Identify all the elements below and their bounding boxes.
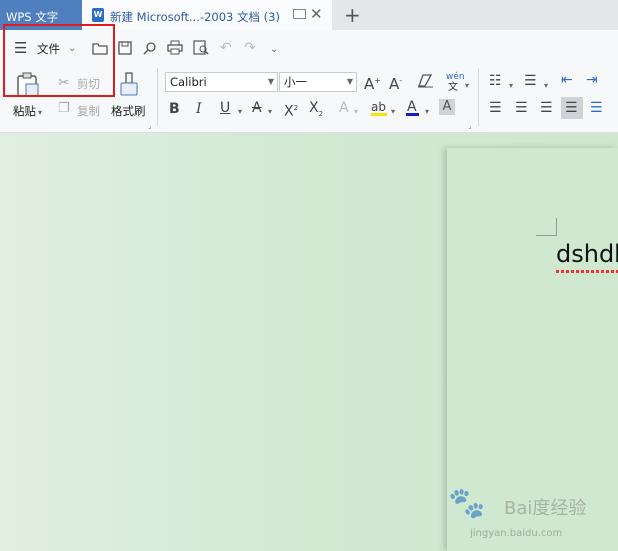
paste-button[interactable]: 粘贴 [13, 103, 36, 119]
margin-corner-mark [536, 218, 557, 236]
watermark-brand: Bai度经验 [504, 498, 587, 519]
grow-font-icon[interactable]: A+ [364, 73, 381, 92]
find-icon[interactable] [143, 41, 157, 55]
word-doc-icon: W [92, 8, 104, 22]
font-group-launcher-icon[interactable]: ⌟ [468, 118, 472, 134]
phonetic-guide-char-icon: 文 [448, 82, 458, 93]
document-tab[interactable]: W 新建 Microsoft...-2003 文档 (3) ✕ [82, 0, 332, 30]
superscript-icon[interactable]: X2 [284, 100, 298, 120]
italic-icon[interactable]: I [196, 101, 202, 117]
undo-icon[interactable]: ↶ [220, 40, 232, 56]
numbered-list-dropdown-icon[interactable]: ▾ [544, 78, 548, 94]
text-effects-icon[interactable]: A [339, 100, 349, 116]
subscript-icon[interactable]: X2 [309, 100, 323, 122]
distributed-align-icon[interactable]: ☰ [590, 100, 603, 116]
strikethrough-dropdown-icon[interactable]: ▾ [268, 104, 272, 120]
highlight-color-bar [371, 113, 387, 116]
phonetic-dropdown-icon[interactable]: ▾ [465, 78, 469, 94]
print-preview-icon[interactable] [193, 40, 209, 55]
bullet-list-dropdown-icon[interactable]: ▾ [509, 78, 513, 94]
print-icon[interactable] [167, 40, 183, 55]
format-painter-icon[interactable] [119, 72, 139, 98]
paste-dropdown-icon[interactable]: ▾ [38, 105, 42, 121]
font-size-value: 小一 [284, 75, 307, 89]
annotation-highlight-box [3, 24, 115, 97]
underline-icon[interactable]: U [220, 100, 230, 116]
font-size-select[interactable]: 小一 ▼ [279, 72, 357, 92]
redo-icon[interactable]: ↷ [244, 40, 256, 56]
text-effects-dropdown-icon[interactable]: ▾ [354, 104, 358, 120]
close-tab-icon[interactable]: ✕ [310, 5, 323, 23]
app-tab-label: WPS 文字 [6, 10, 59, 24]
document-body-text[interactable]: dshdk [556, 240, 618, 268]
character-shading-icon[interactable]: A [439, 99, 455, 115]
new-tab-button[interactable]: + [344, 3, 361, 27]
align-left-icon[interactable]: ☰ [489, 100, 502, 116]
align-center-icon[interactable]: ☰ [515, 100, 528, 116]
font-color-bar [406, 113, 419, 116]
save-icon[interactable] [118, 41, 132, 55]
align-right-icon[interactable]: ☰ [540, 100, 553, 116]
strikethrough-icon[interactable]: A [252, 100, 262, 116]
font-size-dropdown-icon: ▼ [346, 77, 353, 86]
baidu-jingyan-watermark: 🐾 Bai度经验 jingyan.baidu.com [440, 480, 618, 546]
copy-button[interactable]: 复制 [77, 103, 100, 119]
numbered-list-icon[interactable]: ☰ [524, 73, 537, 89]
shrink-font-icon[interactable]: A- [389, 73, 402, 92]
monitor-icon[interactable] [293, 9, 306, 19]
spellcheck-underline [556, 270, 618, 273]
group-separator [478, 68, 479, 126]
format-painter-button[interactable]: 格式刷 [111, 103, 146, 119]
font-name-select[interactable]: Calibri ▼ [165, 72, 278, 92]
document-tab-title: 新建 Microsoft...-2003 文档 (3) [110, 10, 280, 24]
increase-indent-icon[interactable]: ⇥ [586, 72, 598, 88]
group-separator [157, 68, 158, 126]
bold-icon[interactable]: B [169, 101, 180, 117]
copy-icon: ❐ [58, 101, 70, 116]
font-color-dropdown-icon[interactable]: ▾ [425, 104, 429, 120]
justify-icon: ☰ [565, 100, 578, 116]
font-name-value: Calibri [170, 75, 207, 89]
justify-button[interactable]: ☰ [561, 97, 583, 119]
decrease-indent-icon[interactable]: ⇤ [561, 72, 573, 88]
underline-dropdown-icon[interactable]: ▾ [238, 104, 242, 120]
baidu-paw-logo-icon: 🐾 [448, 486, 486, 521]
watermark-url: jingyan.baidu.com [470, 528, 563, 539]
highlight-dropdown-icon[interactable]: ▾ [391, 104, 395, 120]
clear-format-icon[interactable] [417, 73, 434, 88]
font-name-dropdown-icon: ▼ [267, 77, 274, 86]
clipboard-group-launcher-icon[interactable]: ⌟ [148, 118, 152, 134]
bullet-list-icon[interactable]: ☷ [489, 73, 502, 89]
customize-toolbar-icon[interactable]: ⌄ [270, 42, 278, 58]
